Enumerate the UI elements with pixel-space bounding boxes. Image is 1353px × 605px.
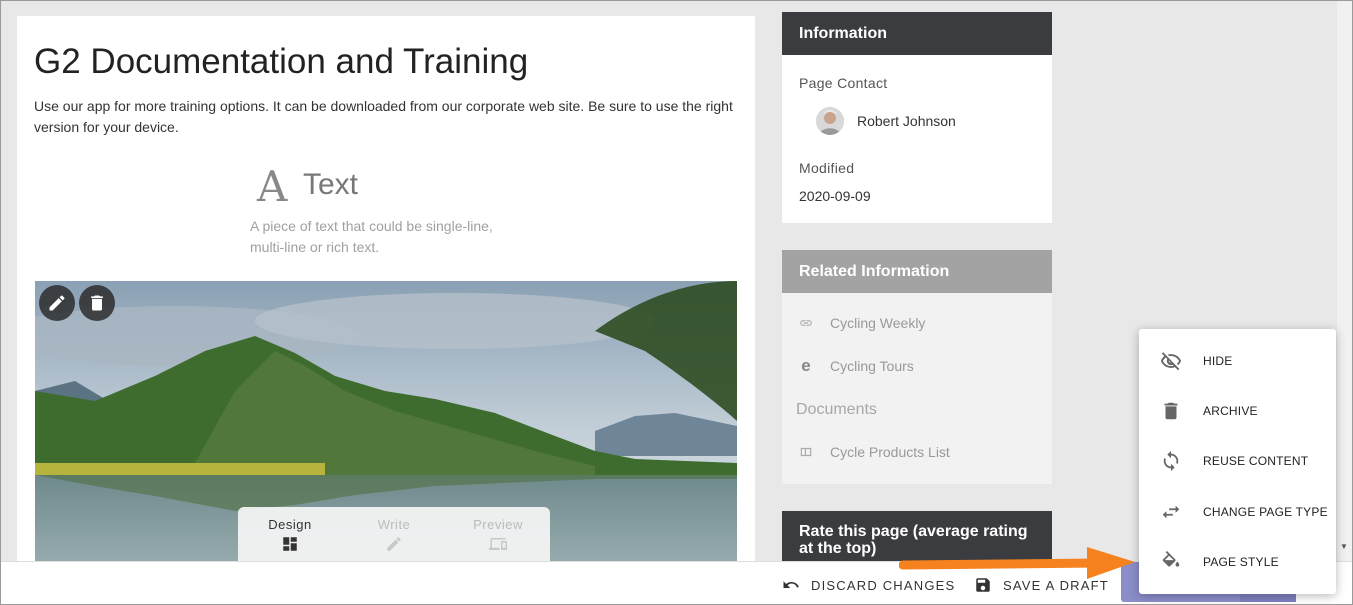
page-title: G2 Documentation and Training (34, 42, 529, 81)
page-intro-text[interactable]: Use our app for more training options. I… (34, 96, 734, 138)
text-widget-description: A piece of text that could be single-lin… (250, 218, 493, 255)
annotation-arrow-icon (899, 547, 1135, 579)
information-body: Page Contact Robert Johnson Modified 202… (782, 55, 1052, 223)
related-link-cycling-weekly[interactable]: Cycling Weekly (799, 315, 925, 331)
edit-image-button[interactable] (39, 285, 75, 321)
avatar[interactable] (816, 107, 844, 135)
pencil-icon (387, 537, 401, 551)
paint-bucket-icon (1162, 551, 1180, 567)
page-content-card: G2 Documentation and Training Use our ap… (17, 16, 755, 576)
link-icon (800, 320, 812, 326)
undo-icon (783, 581, 799, 588)
menu-item-reuse-content[interactable]: REUSE CONTENT (1139, 441, 1336, 481)
page-contact-label: Page Contact (799, 75, 888, 91)
avatar-picture (816, 107, 844, 135)
related-link-label: Cycling Tours (830, 358, 914, 374)
related-information-body: Cycling Weekly e Cycling Tours Documents… (782, 293, 1052, 484)
documents-section-label: Documents (796, 401, 877, 418)
vertical-scrollbar[interactable] (1337, 1, 1352, 561)
trash-icon (91, 295, 103, 311)
sync-icon (1163, 450, 1179, 472)
related-link-label: Cycling Weekly (830, 315, 926, 331)
app-window: G2 Documentation and Training Use our ap… (0, 0, 1353, 605)
menu-item-label: REUSE CONTENT (1203, 454, 1309, 468)
eye-off-icon (1160, 352, 1182, 371)
menu-item-change-page-type[interactable]: CHANGE PAGE TYPE (1139, 492, 1336, 532)
pencil-icon (49, 295, 65, 311)
text-widget-icon: A (257, 162, 288, 211)
text-widget-title: Text (303, 168, 359, 201)
page-options-menu: HIDE ARCHIVE REUSE CONTENT CHANGE PAGE T… (1139, 329, 1336, 594)
menu-item-label: PAGE STYLE (1203, 555, 1279, 569)
trash-icon (1164, 402, 1178, 420)
menu-item-label: CHANGE PAGE TYPE (1203, 505, 1328, 519)
dashboard-icon (283, 537, 297, 551)
page-contact-name[interactable]: Robert Johnson (857, 113, 956, 129)
delete-image-button[interactable] (79, 285, 115, 321)
related-document-cycle-products[interactable]: Cycle Products List (799, 444, 950, 460)
related-link-cycling-tours[interactable]: e Cycling Tours (799, 356, 914, 375)
swap-icon (1162, 505, 1180, 519)
related-information-panel: Related Information Cycling Weekly e Cyc… (782, 250, 1052, 484)
edge-icon: e (801, 356, 811, 375)
related-document-label: Cycle Products List (830, 444, 950, 460)
menu-item-archive[interactable]: ARCHIVE (1139, 391, 1336, 431)
related-information-header: Related Information (782, 250, 1052, 293)
menu-item-label: HIDE (1203, 354, 1233, 368)
mode-preview-label: Preview (473, 517, 523, 532)
scroll-down-arrow-icon[interactable]: ▼ (1340, 542, 1348, 551)
menu-item-hide[interactable]: HIDE (1139, 341, 1336, 381)
information-panel: Information Page Contact Robert Johnson … (782, 12, 1052, 223)
mode-write-label: Write (377, 517, 411, 532)
information-header: Information (782, 12, 1052, 55)
menu-item-page-style[interactable]: PAGE STYLE (1139, 542, 1336, 582)
menu-item-label: ARCHIVE (1203, 404, 1258, 418)
modified-label: Modified (799, 160, 855, 176)
mode-design-label: Design (268, 517, 312, 532)
devices-icon (489, 538, 507, 550)
modified-date: 2020-09-09 (799, 188, 871, 204)
document-icon (800, 447, 812, 457)
